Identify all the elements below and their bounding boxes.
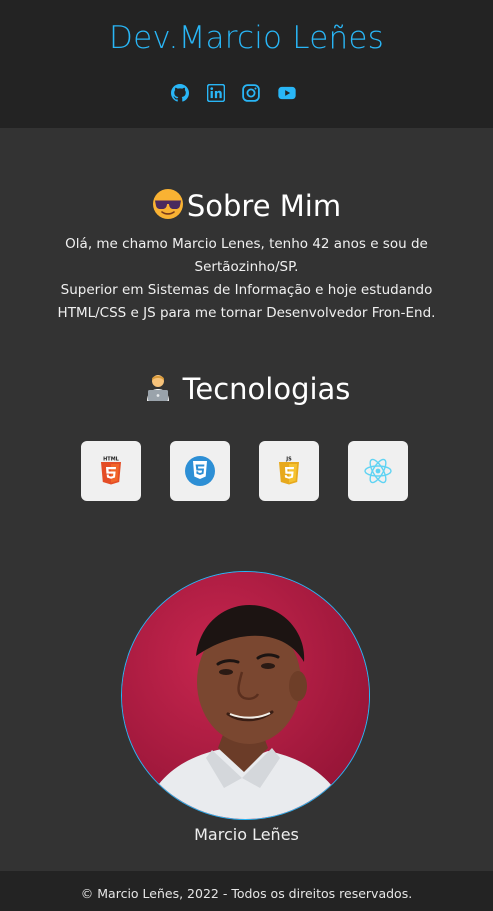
technologies-title: Tecnologias [182,372,351,406]
about-line-2: Superior em Sistemas de Informação e hoj… [57,282,436,321]
tech-card-html[interactable]: HTML [81,441,141,501]
site-footer: © Marcio Leñes, 2022 - Todos os direitos… [0,871,493,911]
react-icon [364,458,392,484]
github-icon[interactable] [171,84,189,102]
about-line-1: Olá, me chamo Marcio Lenes, tenho 42 ano… [65,236,428,275]
about-text: Olá, me chamo Marcio Lenes, tenho 42 ano… [30,233,463,325]
about-title: Sobre Mim [186,189,342,223]
svg-text:HTML: HTML [103,457,120,463]
smiling-face-with-sunglasses-icon [152,188,184,227]
tech-card-javascript[interactable]: JS [259,441,319,501]
social-links [0,84,493,104]
tech-card-react[interactable] [348,441,408,501]
html5-icon: HTML [101,457,121,485]
css3-icon [185,456,215,486]
instagram-icon[interactable] [242,84,260,102]
site-title: Dev.Marcio Leñes [109,20,384,56]
linkedin-icon[interactable] [207,84,225,102]
profile-name: Marcio Leñes [194,825,299,844]
technologist-icon [143,373,173,410]
about-heading: Sobre Mim [0,188,493,227]
youtube-icon[interactable] [278,84,296,102]
site-header: Dev.Marcio Leñes [0,0,493,128]
tech-card-css[interactable] [170,441,230,501]
avatar [121,571,370,820]
svg-text:JS: JS [285,457,292,463]
javascript-icon: JS [279,457,299,485]
technologies-heading: Tecnologias [0,372,493,410]
footer-copyright: © Marcio Leñes, 2022 - Todos os direitos… [80,886,413,901]
